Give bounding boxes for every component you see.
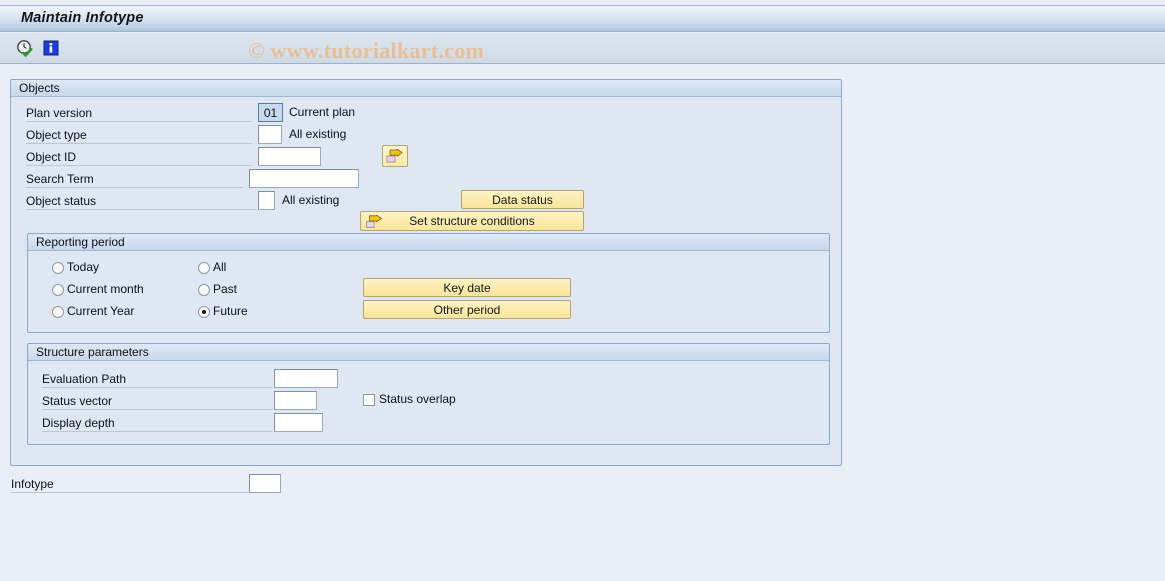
- info-icon[interactable]: [42, 39, 60, 57]
- objects-group-title: Objects: [19, 81, 60, 95]
- structure-parameters-group: Structure parameters Evaluation Path Sta…: [27, 343, 830, 445]
- plan-version-label: Plan version: [26, 104, 252, 122]
- object-status-input[interactable]: [258, 191, 275, 210]
- application-toolbar: [0, 33, 1165, 64]
- structure-parameters-title: Structure parameters: [36, 345, 149, 359]
- objects-group-header: Objects: [11, 80, 841, 97]
- plan-version-input[interactable]: [258, 103, 283, 122]
- status-overlap-check-mark: [363, 394, 375, 406]
- object-type-label: Object type: [26, 126, 252, 144]
- radio-today-label: Today: [67, 260, 100, 274]
- infotype-label: Infotype: [11, 475, 248, 493]
- page-title: Maintain Infotype: [21, 10, 144, 26]
- object-type-input[interactable]: [258, 125, 282, 144]
- reporting-period-header: Reporting period: [28, 234, 829, 251]
- watermark-text: © www.tutorialkart.com: [248, 38, 485, 63]
- display-depth-input[interactable]: [274, 413, 323, 432]
- infotype-input[interactable]: [249, 474, 281, 493]
- arrow-right-icon: [366, 214, 383, 234]
- radio-all-label: All: [213, 260, 227, 274]
- other-period-button[interactable]: Other period: [363, 300, 571, 319]
- object-status-label: Object status: [26, 192, 256, 210]
- radio-past-label: Past: [213, 282, 238, 296]
- status-overlap-label: Status overlap: [379, 392, 456, 406]
- radio-current-month-label: Current month: [67, 282, 144, 296]
- window-title-bar: Maintain Infotype: [0, 5, 1165, 32]
- data-status-button[interactable]: Data status: [461, 190, 584, 209]
- evaluation-path-input[interactable]: [274, 369, 338, 388]
- object-id-input[interactable]: [258, 147, 321, 166]
- radio-current-year-label: Current Year: [67, 304, 135, 318]
- status-vector-input[interactable]: [274, 391, 317, 410]
- radio-current-year-mark: [52, 306, 64, 318]
- reporting-period-title: Reporting period: [36, 235, 125, 249]
- multiple-selection-button[interactable]: [382, 145, 408, 167]
- radio-future-label: Future: [213, 304, 248, 318]
- reporting-period-group: Reporting period Today Current month Cur…: [27, 233, 830, 333]
- plan-version-description: Current plan: [289, 105, 356, 119]
- execute-clock-icon[interactable]: [16, 39, 34, 57]
- search-term-label: Search Term: [26, 170, 243, 188]
- radio-future-mark: [198, 306, 210, 318]
- infotype-row: Infotype: [0, 474, 1165, 499]
- radio-all-mark: [198, 262, 210, 274]
- display-depth-label: Display depth: [42, 414, 272, 432]
- radio-past-mark: [198, 284, 210, 296]
- object-status-description: All existing: [282, 193, 340, 207]
- key-date-button[interactable]: Key date: [363, 278, 571, 297]
- set-structure-conditions-label: Set structure conditions: [409, 214, 535, 228]
- evaluation-path-label: Evaluation Path: [42, 370, 272, 388]
- set-structure-conditions-button[interactable]: Set structure conditions: [360, 211, 584, 231]
- structure-parameters-header: Structure parameters: [28, 344, 829, 361]
- object-type-description: All existing: [289, 127, 347, 141]
- radio-current-month-mark: [52, 284, 64, 296]
- object-id-label: Object ID: [26, 148, 252, 166]
- objects-group: Objects Plan version Current plan Object…: [10, 79, 842, 466]
- search-term-input[interactable]: [249, 169, 359, 188]
- radio-today-mark: [52, 262, 64, 274]
- status-vector-label: Status vector: [42, 392, 272, 410]
